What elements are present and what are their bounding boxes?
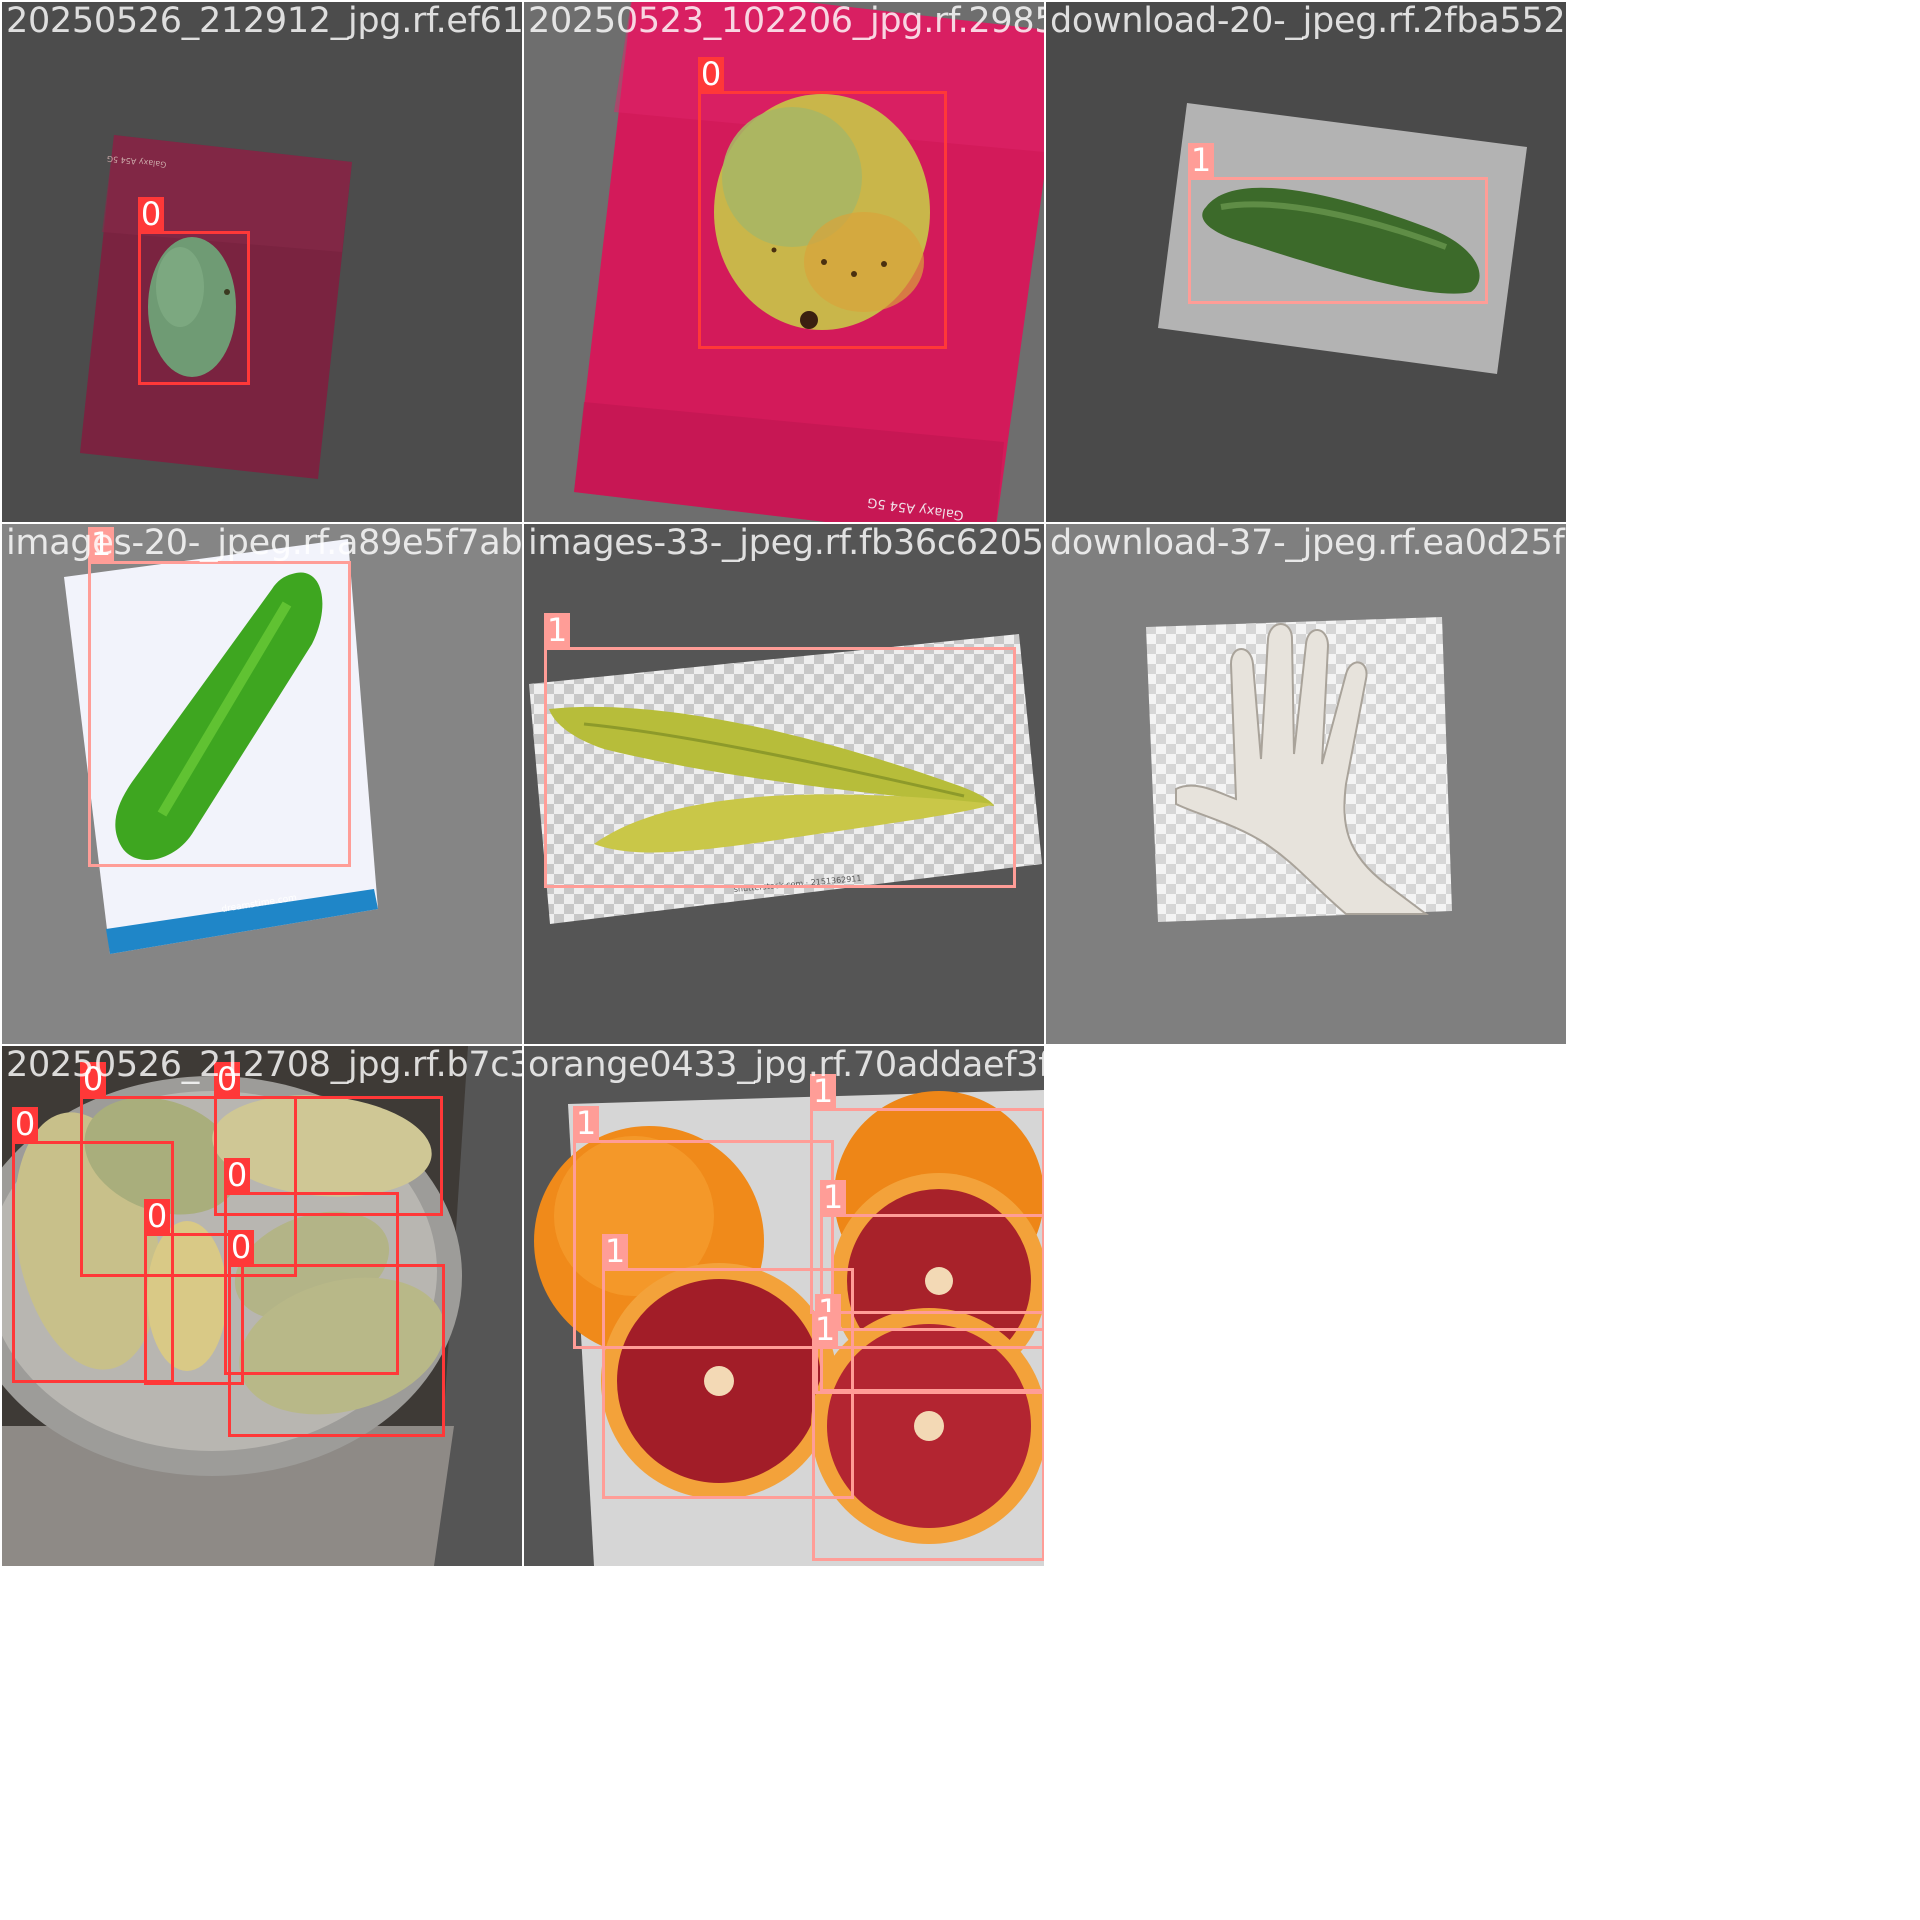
- bounding-box: 1: [1188, 143, 1488, 304]
- class-label: 1: [602, 1234, 628, 1269]
- image-grid: Galaxy A54 5G 20250526_212912_jpg.rf.ef6…: [0, 0, 1920, 1920]
- bounding-box: 1: [88, 527, 351, 867]
- tile-hand: download-37-_jpeg.rf.ea0d25fc0c2d07: [1046, 524, 1566, 1044]
- bounding-box: 0: [138, 197, 250, 385]
- bounding-box: 1: [544, 613, 1016, 888]
- class-label: 0: [698, 57, 724, 92]
- tile-oranges: orange0433_jpg.rf.70addaef3f03bddbf689f4…: [524, 1046, 1044, 1566]
- filename-label: orange0433_jpg.rf.70addaef3f03bddbf689f4…: [528, 1046, 1044, 1085]
- filename-label: 20250526_212912_jpg.rf.ef61e06ab9: [6, 2, 522, 41]
- class-label: 0: [12, 1107, 38, 1142]
- filename-label: images-20-_jpeg.rf.a89e5f7ab0e5959: [6, 524, 522, 563]
- bounding-box: 0: [698, 57, 947, 349]
- bounding-box: 1: [812, 1312, 1044, 1561]
- tile-mango-cloth-image: Galaxy A54 5G: [80, 135, 352, 479]
- class-label: 0: [228, 1230, 254, 1265]
- class-label: 1: [573, 1106, 599, 1141]
- tile-empty: [1046, 1046, 1566, 1566]
- filename-label: download-20-_jpeg.rf.2fba552f42988c: [1050, 2, 1566, 41]
- filename-label: images-33-_jpeg.rf.fb36c6205c8cbb01d58dc…: [528, 524, 1044, 563]
- filename-label: 20250526_212708_jpg.rf.b7c3f69e33e: [6, 1046, 522, 1085]
- class-label: 1: [544, 613, 570, 648]
- class-label: 1: [1188, 143, 1214, 178]
- class-label: 0: [138, 197, 164, 232]
- tile-corn: shutterstock.com · 2151362911 images-33-…: [524, 524, 1044, 1044]
- tile-mango-pink: Galaxy A54 5G 20250523_102206_jpg.rf.298…: [524, 2, 1044, 522]
- bounding-box: 0: [228, 1230, 445, 1437]
- tile-mango-cloth: Galaxy A54 5G 20250526_212912_jpg.rf.ef6…: [2, 2, 522, 522]
- tile-cucumber-white: dreamstime.com images-20-_jpeg.rf.a89e5f…: [2, 524, 522, 1044]
- class-label: 0: [224, 1158, 250, 1193]
- filename-label: download-37-_jpeg.rf.ea0d25fc0c2d07: [1050, 524, 1566, 563]
- tile-mango-colander: 20250526_212708_jpg.rf.b7c3f69e33e 0 0 0…: [2, 1046, 522, 1566]
- tile-hand-image: [1146, 617, 1452, 922]
- filename-label: 20250523_102206_jpg.rf.29856d4e1dd6f84e0: [528, 2, 1044, 41]
- tile-cucumber-gray: download-20-_jpeg.rf.2fba552f42988c 1: [1046, 2, 1566, 522]
- class-label: 1: [820, 1180, 846, 1215]
- class-label: 0: [144, 1199, 170, 1234]
- class-label: 1: [812, 1312, 838, 1347]
